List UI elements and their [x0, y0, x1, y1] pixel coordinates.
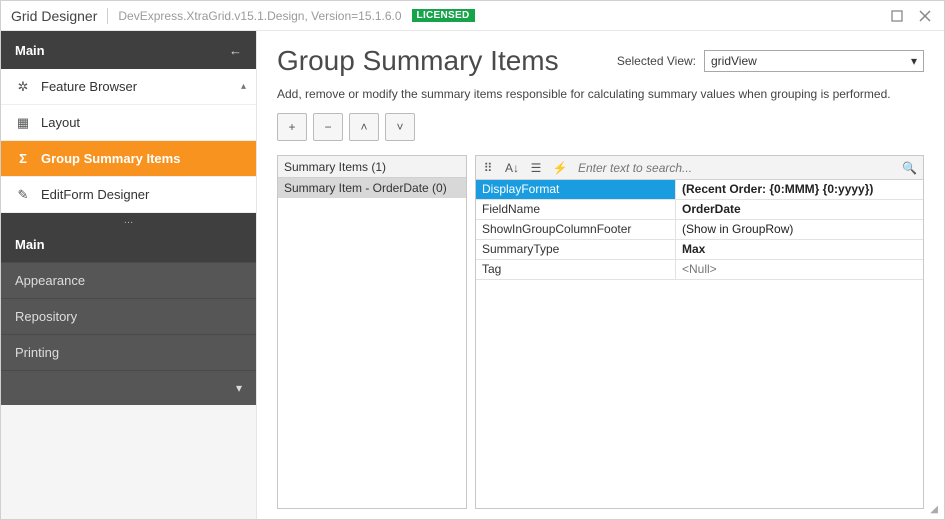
- chevron-down-icon: ▾: [236, 381, 242, 395]
- property-search: 🔍: [572, 161, 923, 175]
- property-row-displayformat[interactable]: DisplayFormat (Recent Order: {0:MMM} {0:…: [476, 180, 923, 200]
- sidebar-header[interactable]: Main ←: [1, 31, 256, 69]
- sidebar-section-printing[interactable]: Printing: [1, 335, 256, 371]
- sidebar-header-label: Main: [15, 43, 45, 58]
- maximize-button[interactable]: [888, 7, 906, 25]
- grid-designer-window: Grid Designer DevExpress.XtraGrid.v15.1.…: [0, 0, 945, 520]
- sidebar-item-label: EditForm Designer: [41, 187, 149, 202]
- sidebar-item-label: Group Summary Items: [41, 151, 180, 166]
- property-key: FieldName: [476, 200, 676, 219]
- categorize-button[interactable]: ⠿: [476, 156, 500, 180]
- main-panel: Group Summary Items Selected View: gridV…: [257, 31, 944, 519]
- license-badge: LICENSED: [412, 9, 475, 22]
- selected-view-combo[interactable]: gridView ▾: [704, 50, 924, 72]
- sidebar-divider[interactable]: …: [1, 213, 256, 227]
- sigma-icon: Σ: [15, 151, 31, 167]
- categorize-icon: ⠿: [484, 161, 493, 175]
- sidebar-item-group-summary-items[interactable]: Σ Group Summary Items: [1, 141, 256, 177]
- property-grid: DisplayFormat (Recent Order: {0:MMM} {0:…: [476, 180, 923, 508]
- sidebar-section-repository[interactable]: Repository: [1, 299, 256, 335]
- close-icon: [919, 10, 931, 22]
- sidebar-item-editform-designer[interactable]: ✎ EditForm Designer: [1, 177, 256, 213]
- resize-grip[interactable]: ◢: [930, 504, 938, 515]
- property-key: Tag: [476, 260, 676, 279]
- property-value[interactable]: OrderDate: [676, 200, 923, 219]
- sort-button[interactable]: A↓: [500, 156, 524, 180]
- selected-view-label: Selected View:: [617, 54, 696, 68]
- sort-az-icon: A↓: [505, 161, 519, 175]
- body: Main ← ✲ Feature Browser ▴ ▦ Layout Σ Gr…: [1, 31, 944, 519]
- move-up-button[interactable]: ˄: [349, 113, 379, 141]
- sidebar-section-label: Printing: [15, 345, 59, 360]
- sidebar-section-main[interactable]: Main: [1, 227, 256, 263]
- back-arrow-icon: ←: [229, 43, 242, 58]
- sidebar-section-appearance[interactable]: Appearance: [1, 263, 256, 299]
- sidebar-item-layout[interactable]: ▦ Layout: [1, 105, 256, 141]
- assembly-meta: DevExpress.XtraGrid.v15.1.Design, Versio…: [118, 9, 401, 23]
- properties-icon: ☰: [531, 161, 542, 175]
- lightning-icon: ⚡: [553, 161, 568, 175]
- property-search-input[interactable]: [578, 161, 902, 175]
- add-button[interactable]: +: [277, 113, 307, 141]
- sidebar-section-label: Main: [15, 237, 45, 252]
- property-key: SummaryType: [476, 240, 676, 259]
- property-row-summarytype[interactable]: SummaryType Max: [476, 240, 923, 260]
- page-description: Add, remove or modify the summary items …: [277, 87, 924, 101]
- move-down-button[interactable]: ˅: [385, 113, 415, 141]
- sidebar: Main ← ✲ Feature Browser ▴ ▦ Layout Σ Gr…: [1, 31, 257, 519]
- titlebar-separator: [107, 8, 108, 24]
- content-panes: Summary Items (1) Summary Item - OrderDa…: [277, 155, 924, 509]
- edit-icon: ✎: [15, 187, 31, 203]
- sidebar-section-label: Repository: [15, 309, 77, 324]
- ellipsis-icon: …: [124, 215, 134, 226]
- events-button[interactable]: ⚡: [548, 156, 572, 180]
- summary-items-header: Summary Items (1): [278, 156, 466, 178]
- property-key: ShowInGroupColumnFooter: [476, 220, 676, 239]
- window-title: Grid Designer: [11, 8, 97, 24]
- caret-up-icon: ▴: [241, 81, 246, 92]
- property-key: DisplayFormat: [476, 180, 676, 199]
- props-button[interactable]: ☰: [524, 156, 548, 180]
- search-icon[interactable]: 🔍: [902, 161, 917, 175]
- header-row: Group Summary Items Selected View: gridV…: [277, 45, 924, 77]
- sidebar-section-label: Appearance: [15, 273, 85, 288]
- property-row-tag[interactable]: Tag <Null>: [476, 260, 923, 280]
- summary-list-item[interactable]: Summary Item - OrderDate (0): [278, 178, 466, 198]
- sidebar-footer[interactable]: ▾: [1, 371, 256, 405]
- chevron-down-icon: ▾: [911, 54, 917, 68]
- sidebar-item-label: Feature Browser: [41, 79, 137, 94]
- titlebar: Grid Designer DevExpress.XtraGrid.v15.1.…: [1, 1, 944, 31]
- selected-view-wrap: Selected View: gridView ▾: [617, 50, 924, 72]
- property-row-showingroupcolumnfooter[interactable]: ShowInGroupColumnFooter (Show in GroupRo…: [476, 220, 923, 240]
- property-value[interactable]: (Recent Order: {0:MMM} {0:yyyy}): [676, 180, 923, 199]
- property-value[interactable]: Max: [676, 240, 923, 259]
- layout-icon: ▦: [15, 115, 31, 131]
- chevron-down-icon: ˅: [396, 120, 403, 134]
- property-row-fieldname[interactable]: FieldName OrderDate: [476, 200, 923, 220]
- selected-view-value: gridView: [711, 54, 757, 68]
- minus-icon: −: [324, 120, 331, 134]
- property-value[interactable]: (Show in GroupRow): [676, 220, 923, 239]
- property-value[interactable]: <Null>: [676, 260, 923, 279]
- chevron-up-icon: ˄: [360, 120, 367, 134]
- maximize-icon: [891, 10, 903, 22]
- plus-icon: +: [288, 120, 295, 134]
- summary-toolbar: + − ˄ ˅: [277, 113, 924, 141]
- summary-items-pane: Summary Items (1) Summary Item - OrderDa…: [277, 155, 467, 509]
- remove-button[interactable]: −: [313, 113, 343, 141]
- property-grid-toolbar: ⠿ A↓ ☰ ⚡ 🔍: [476, 156, 923, 180]
- sidebar-item-feature-browser[interactable]: ✲ Feature Browser ▴: [1, 69, 256, 105]
- page-title: Group Summary Items: [277, 45, 559, 77]
- sidebar-item-label: Layout: [41, 115, 80, 130]
- gear-icon: ✲: [15, 79, 31, 95]
- close-button[interactable]: [916, 7, 934, 25]
- property-grid-pane: ⠿ A↓ ☰ ⚡ 🔍 DisplayFormat (Recent Order: …: [475, 155, 924, 509]
